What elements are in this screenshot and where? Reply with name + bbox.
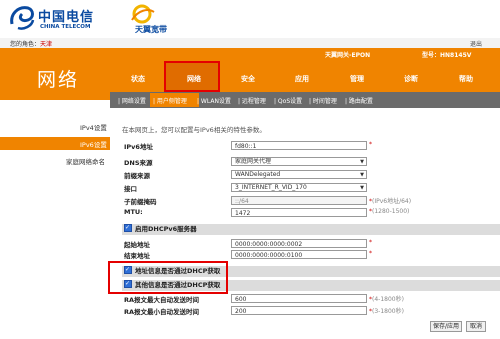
nav-help[interactable]: 帮助 (459, 74, 473, 84)
user-role: 天津 (40, 41, 53, 48)
required-mark: * (369, 250, 372, 257)
end-address-input[interactable]: 0000:0000:0000:0100 (231, 250, 367, 259)
start-address-label: 起始地址 (124, 241, 150, 249)
sidebar-item-ipv6[interactable]: IPv6设置 (80, 139, 107, 149)
ipv6-address-label: IPv6地址 (124, 143, 153, 151)
mtu-hint: *(1280-1500) (369, 208, 410, 215)
exit-link[interactable]: 退出 (470, 39, 482, 48)
nav-diagnosis[interactable]: 诊断 (404, 74, 418, 84)
dns-source-select[interactable]: 家庭网关代理 ▼ (231, 157, 367, 166)
dhcpv6-enable-checkbox[interactable] (124, 222, 132, 233)
required-mark: * (369, 141, 372, 148)
highlight-box-network (164, 61, 220, 92)
chevron-down-icon: ▼ (360, 172, 364, 178)
intro-text: 在本网页上，您可以配置与IPv6相关的特性参数。 (122, 126, 266, 134)
sidebar-item-ipv4[interactable]: IPv4设置 (80, 122, 107, 132)
interface-select[interactable]: 3_INTERNET_R_VID_170 ▼ (231, 183, 367, 192)
chevron-down-icon: ▼ (360, 159, 364, 165)
subnet-prefix-label: 子前缀掩码 (124, 198, 157, 206)
tianyi-logo-icon (131, 4, 155, 24)
subnav-wlan[interactable]: | WLAN设置 (197, 96, 231, 105)
highlight-box-dhcp (108, 261, 228, 294)
subnet-prefix-input[interactable]: ::/64 (231, 196, 367, 205)
nav-status[interactable]: 状态 (131, 74, 145, 84)
cancel-button[interactable]: 取消 (466, 321, 486, 332)
ra-max-label: RA报文最大自动发送时间 (124, 296, 200, 304)
page-title: 网络 (37, 69, 80, 91)
subnav-time[interactable]: | 时间管理 (309, 96, 337, 105)
subnav-route[interactable]: | 路由配置 (345, 96, 373, 105)
apply-button[interactable]: 保存/应用 (430, 321, 462, 332)
ra-max-hint: *(4-1800秒) (369, 296, 404, 303)
required-mark: * (369, 239, 372, 246)
mtu-input[interactable]: 1472 (231, 208, 367, 217)
sidebar-item-home-network-name[interactable]: 家庭网络命名 (66, 156, 105, 166)
brand-cn: 中国电信 (38, 10, 95, 25)
china-telecom-logo-icon (10, 6, 35, 30)
page-title-block: 网络 (0, 48, 110, 100)
end-address-label: 结束地址 (124, 252, 150, 260)
start-address-input[interactable]: 0000:0000:0000:0002 (231, 239, 367, 248)
subnav-qos[interactable]: | QoS设置 (274, 96, 302, 105)
ra-max-input[interactable]: 600 (231, 294, 367, 303)
tianyi-label: 天翼宽带 (135, 25, 167, 34)
ra-min-label: RA报文最小自动发送时间 (124, 308, 200, 316)
model-bar: 天翼网关-EPON 型号：HN8145V (110, 48, 500, 60)
chevron-down-icon: ▼ (360, 185, 364, 191)
subnav-lan-management[interactable]: | 用户侧管理 (153, 96, 187, 105)
nav-security[interactable]: 安全 (241, 74, 255, 84)
ra-min-input[interactable]: 200 (231, 306, 367, 315)
nav-application[interactable]: 应用 (295, 74, 309, 84)
subnav-remote[interactable]: | 远程管理 (238, 96, 266, 105)
brand-en: CHINA TELECOM (40, 24, 91, 30)
device-name: 天翼网关-EPON (325, 52, 371, 59)
device-model: 型号：HN8145V (422, 52, 472, 59)
subnet-prefix-hint: *(IPv6地址/64) (369, 198, 412, 205)
prefix-source-select[interactable]: WANDelegated ▼ (231, 170, 367, 179)
dhcpv6-section: 启用DHCPv6服务器 (122, 222, 500, 235)
interface-label: 接口 (124, 185, 137, 193)
nav-management[interactable]: 管理 (350, 74, 364, 84)
subnav-network-settings[interactable]: | 网络设置 (118, 96, 146, 105)
dns-source-label: DNS来源 (124, 159, 153, 167)
ipv6-address-input[interactable]: fd80::1 (231, 141, 367, 150)
welcome-text: 您的角色：天津 (10, 41, 53, 48)
ra-min-hint: *(3-1800秒) (369, 308, 404, 315)
mtu-label: MTU: (124, 208, 143, 216)
prefix-source-label: 前缀来源 (124, 172, 150, 180)
